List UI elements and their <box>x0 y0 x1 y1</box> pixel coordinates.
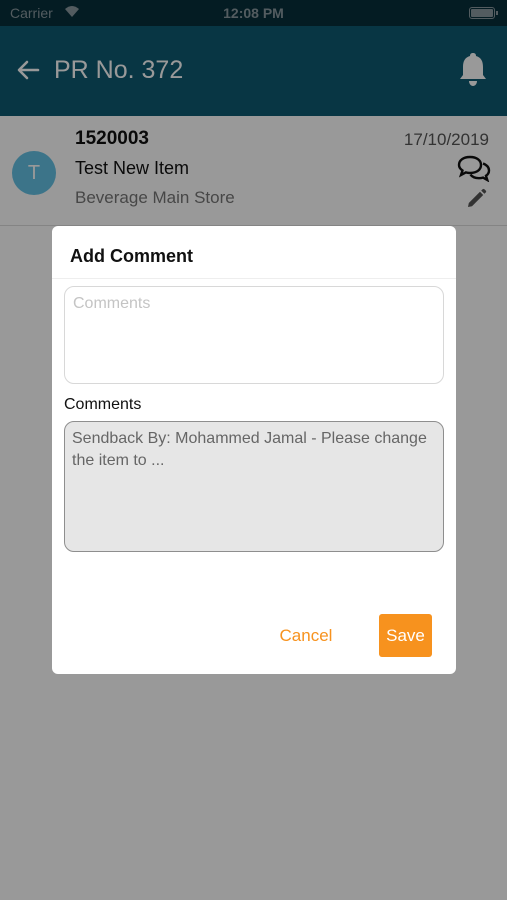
save-button[interactable]: Save <box>379 614 432 657</box>
screen: Carrier 12:08 PM PR No. 372 T 1520003 Te… <box>0 0 507 900</box>
comment-input[interactable] <box>64 286 444 384</box>
comments-history-label: Comments <box>64 396 142 413</box>
add-comment-dialog: Add Comment Comments Sendback By: Mohamm… <box>52 226 456 674</box>
dialog-divider <box>52 278 456 279</box>
comments-history-box: Sendback By: Mohammed Jamal - Please cha… <box>64 421 444 552</box>
dialog-title: Add Comment <box>70 246 193 266</box>
cancel-button[interactable]: Cancel <box>266 624 346 648</box>
